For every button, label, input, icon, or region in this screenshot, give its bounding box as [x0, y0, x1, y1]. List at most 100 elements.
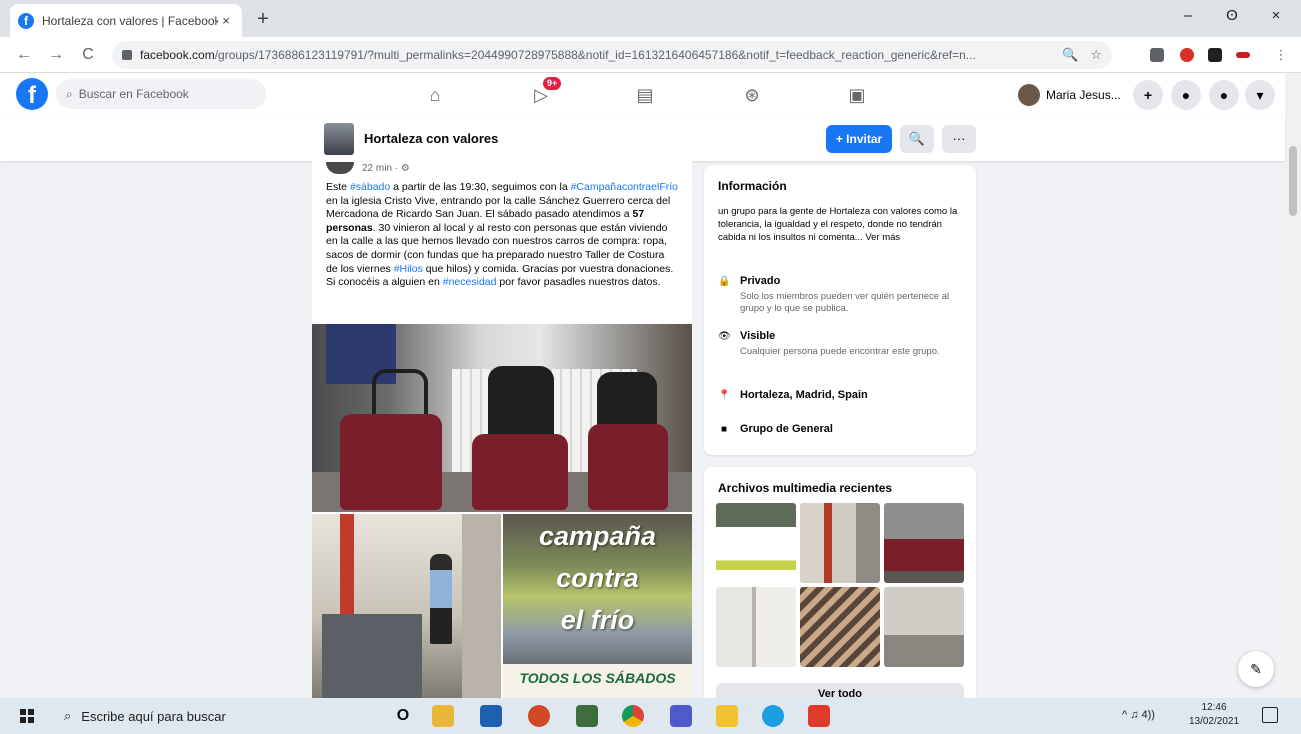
photo-bag-shape [588, 424, 668, 510]
group-info-card: Información un grupo para la gente de Ho… [704, 165, 976, 455]
group-description[interactable]: un grupo para la gente de Hortaleza con … [718, 205, 964, 244]
close-window-button[interactable]: × [1256, 7, 1296, 24]
url-path: /groups/1736886123119791/?multi_permalin… [214, 48, 976, 62]
group-cover-thumbnail[interactable] [324, 123, 354, 155]
facebook-logo[interactable]: f [16, 78, 48, 110]
info-row-subtitle: Cualquier persona puede encontrar este g… [740, 346, 940, 357]
post-text-fragment: Este [326, 181, 350, 193]
tag-icon: ■ [720, 424, 728, 435]
group-more-button[interactable]: ··· [942, 125, 976, 153]
page-scrollbar-thumb[interactable] [1289, 146, 1297, 216]
photo-carpet-shape [322, 614, 422, 698]
post-author-avatar[interactable] [326, 162, 354, 174]
avatar [1018, 84, 1040, 106]
clock-time: 12:46 [1201, 702, 1227, 713]
extension-puzzle-icon[interactable] [1208, 48, 1222, 62]
teams-icon[interactable] [670, 705, 692, 727]
powerpoint-icon[interactable] [528, 705, 550, 727]
nav-groups-icon[interactable]: ⊛ [738, 81, 766, 109]
taskbar-clock[interactable]: 12:46 13/02/2021 [1186, 701, 1242, 729]
windows-start-icon[interactable] [20, 709, 34, 723]
nav-marketplace-icon[interactable]: ▤ [631, 81, 659, 109]
notification-center-icon[interactable] [1262, 707, 1278, 723]
address-bar[interactable]: facebook.com/groups/1736886123119791/?mu… [112, 41, 1112, 69]
eye-icon: 👁 [718, 331, 731, 342]
group-search-button[interactable]: 🔍 [900, 125, 934, 153]
browser-tab[interactable]: f Hortaleza con valores | Facebook × [10, 4, 242, 37]
reload-button[interactable]: C [76, 43, 100, 67]
post-photo-carts[interactable] [312, 324, 692, 512]
account-menu-button[interactable]: ▾ [1245, 80, 1275, 110]
browser-menu-icon[interactable]: ⋮ [1274, 48, 1288, 62]
taskbar-search-icon: ⌕ [64, 708, 72, 723]
hashtag-link[interactable]: #sábado [350, 181, 390, 193]
url-host: facebook.com [140, 48, 215, 62]
hashtag-link[interactable]: #necesidad [443, 276, 497, 288]
lock-icon [122, 50, 132, 60]
url-text: facebook.com/groups/1736886123119791/?mu… [140, 48, 1050, 62]
recent-media-card: Archivos multimedia recientes Ver todo [704, 467, 976, 703]
file-explorer-icon[interactable] [716, 705, 738, 727]
search-icon: ⌕ [66, 86, 73, 101]
back-button[interactable]: ← [12, 43, 36, 67]
messenger-button[interactable]: ● [1171, 80, 1201, 110]
compose-message-button[interactable]: ✎ [1238, 651, 1274, 687]
watch-badge: 9+ [543, 77, 562, 90]
taskview-icon[interactable] [432, 705, 454, 727]
lock-icon: 🔒 [718, 276, 731, 287]
post-text-fragment: en la iglesia Cristo Vive, entrando por … [326, 194, 671, 221]
tab-close-icon[interactable]: × [218, 13, 234, 28]
chrome-icon[interactable] [622, 705, 644, 727]
info-row-title: Grupo de General [740, 423, 833, 435]
edge-icon[interactable] [762, 705, 784, 727]
media-thumbnail[interactable] [884, 503, 964, 583]
invite-button[interactable]: + Invitar [826, 125, 892, 153]
group-header: Hortaleza con valores + Invitar 🔍 ··· [0, 117, 1285, 161]
zoom-icon[interactable]: 🔍 [1062, 47, 1078, 63]
outlook-icon[interactable] [480, 705, 502, 727]
nav-home-icon[interactable]: ⌂ [421, 81, 449, 109]
post-photo-room[interactable] [312, 514, 501, 698]
minimize-button[interactable]: – [1168, 7, 1208, 24]
edit-icon: ✎ [1250, 661, 1262, 677]
group-name[interactable]: Hortaleza con valores [364, 131, 498, 146]
facebook-search-input[interactable]: ⌕ Buscar en Facebook [56, 79, 266, 109]
nav-watch-icon[interactable]: ▷ 9+ [527, 77, 562, 109]
extension-arrow-icon[interactable] [1236, 52, 1250, 58]
profile-name: Maria Jesus... [1046, 88, 1121, 102]
clock-date: 13/02/2021 [1188, 716, 1240, 727]
create-button[interactable]: + [1133, 80, 1163, 110]
extension-filter-icon[interactable] [1150, 48, 1164, 62]
taskbar-search-input[interactable]: ⌕ Escribe aquí para buscar [52, 701, 372, 731]
screen: f Hortaleza con valores | Facebook × + –… [0, 0, 1301, 734]
video-app-icon[interactable] [808, 705, 830, 727]
forward-button[interactable]: → [44, 43, 68, 67]
photo-bag-shape [472, 434, 568, 510]
media-thumbnail[interactable] [800, 587, 880, 667]
post-meta: 22 min · ⚙ [326, 161, 410, 175]
files-app-icon[interactable] [576, 705, 598, 727]
profile-link[interactable]: Maria Jesus... [1018, 81, 1121, 109]
browser-toolbar: ← → C facebook.com/groups/17368861231197… [0, 37, 1301, 73]
facebook-top-nav: f ⌕ Buscar en Facebook ⌂ ▷ 9+ ▤ ⊛ ▣ Maria… [0, 73, 1285, 117]
media-thumbnail[interactable] [716, 503, 796, 583]
hashtag-link[interactable]: #Hilos [394, 263, 423, 275]
post-photo-poster[interactable]: campaña contra el frío TODOS LOS SÁBADOS [503, 514, 692, 698]
cortana-icon[interactable]: O [392, 705, 414, 727]
media-thumbnail[interactable] [884, 587, 964, 667]
new-tab-button[interactable]: + [252, 9, 274, 31]
post-timestamp[interactable]: 22 min · ⚙ [362, 163, 410, 174]
extension-stop-icon[interactable] [1180, 48, 1194, 62]
system-tray-icons[interactable]: ^ ♫ 4)) [1122, 709, 1155, 721]
info-row-title[interactable]: Hortaleza, Madrid, Spain [740, 389, 868, 401]
notifications-button[interactable]: ● [1209, 80, 1239, 110]
hashtag-link[interactable]: #CampañacontraelFrío [571, 181, 678, 193]
location-pin-icon: 📍 [718, 390, 731, 401]
media-thumbnail[interactable] [800, 503, 880, 583]
browser-tab-strip: f Hortaleza con valores | Facebook × + –… [0, 0, 1301, 37]
media-thumbnail[interactable] [716, 587, 796, 667]
maximize-button[interactable]: ʘ [1212, 7, 1252, 24]
bookmark-star-icon[interactable]: ☆ [1090, 47, 1102, 63]
search-placeholder: Buscar en Facebook [78, 87, 189, 101]
nav-gaming-icon[interactable]: ▣ [843, 81, 871, 109]
